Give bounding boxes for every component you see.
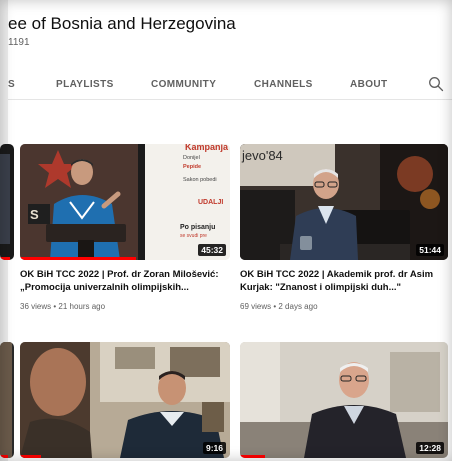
tab-community[interactable]: COMMUNITY — [151, 79, 216, 90]
thumbnail-footer-text: se svudi pre — [180, 233, 207, 239]
tab-channels[interactable]: CHANNELS — [254, 79, 313, 90]
video-thumbnail[interactable]: 12:28 — [240, 342, 448, 458]
thumbnail-list-line: Donijel — [183, 155, 200, 161]
video-title[interactable]: OK BiH TCC 2022 | Prof. dr Zoran Milošev… — [20, 268, 235, 294]
video-title-line: OK BiH TCC 2022 | Prof. dr Zoran Milošev… — [20, 269, 219, 280]
video-title-line: OK BiH TCC 2022 | Akademik prof. dr Asim — [240, 269, 434, 280]
tab-about[interactable]: ABOUT — [350, 79, 388, 90]
video-title-line: „Promocija univerzalnih olimpijskih... — [20, 282, 189, 293]
video-meta: 36 views • 21 hours ago — [20, 302, 106, 311]
video-duration: 9:16 — [202, 442, 226, 454]
video-thumbnail-image — [20, 342, 230, 458]
thumbnail-tag: UDALJI — [198, 199, 224, 206]
watched-progress — [20, 455, 41, 458]
thumbnail-caption: Kampanja — [185, 144, 229, 152]
video-thumbnail-partial[interactable] — [0, 144, 14, 260]
video-duration: 45:32 — [198, 244, 226, 256]
video-title-line: Kurjak: "Znanost i olimpijski duh..." — [240, 282, 402, 293]
watched-progress — [0, 455, 8, 458]
video-title[interactable]: OK BiH TCC 2022 | Akademik prof. dr Asim… — [240, 268, 450, 294]
watched-progress — [20, 257, 136, 260]
thumbnail-list-line: Pepide — [183, 164, 202, 170]
video-thumbnail[interactable]: S Kampanja Donijel Pepide Sakon pobedi U… — [20, 144, 230, 260]
channel-handle: 1191 — [8, 37, 30, 48]
tab-videos[interactable]: S — [8, 79, 15, 90]
channel-title: ee of Bosnia and Herzegovina — [8, 14, 236, 33]
tab-playlists[interactable]: PLAYLISTS — [56, 79, 114, 90]
video-duration: 51:44 — [416, 244, 444, 256]
channel-header: ee of Bosnia and Herzegovina 1191 — [8, 0, 452, 70]
video-thumbnail[interactable]: 9:16 — [20, 342, 230, 458]
video-meta: 69 views • 2 days ago — [240, 302, 318, 311]
video-thumbnail-partial[interactable] — [0, 342, 14, 458]
thumbnail-caption: jevo'84 — [242, 148, 283, 163]
video-duration: 12:28 — [416, 442, 444, 454]
svg-text:S: S — [30, 207, 39, 222]
search-icon[interactable] — [428, 76, 444, 92]
watched-progress — [0, 257, 10, 260]
watched-progress — [240, 455, 265, 458]
video-thumbnail[interactable]: jevo'84 51:44 — [240, 144, 448, 260]
thumbnail-list: Donijel Pepide Sakon pobedi — [183, 154, 217, 185]
thumbnail-list-line: Sakon pobedi — [183, 177, 217, 183]
thumbnail-footer-text: Po pisanju — [180, 224, 216, 231]
video-thumbnail-image — [240, 342, 448, 458]
channel-tabs: S PLAYLISTS COMMUNITY CHANNELS ABOUT — [8, 70, 452, 100]
